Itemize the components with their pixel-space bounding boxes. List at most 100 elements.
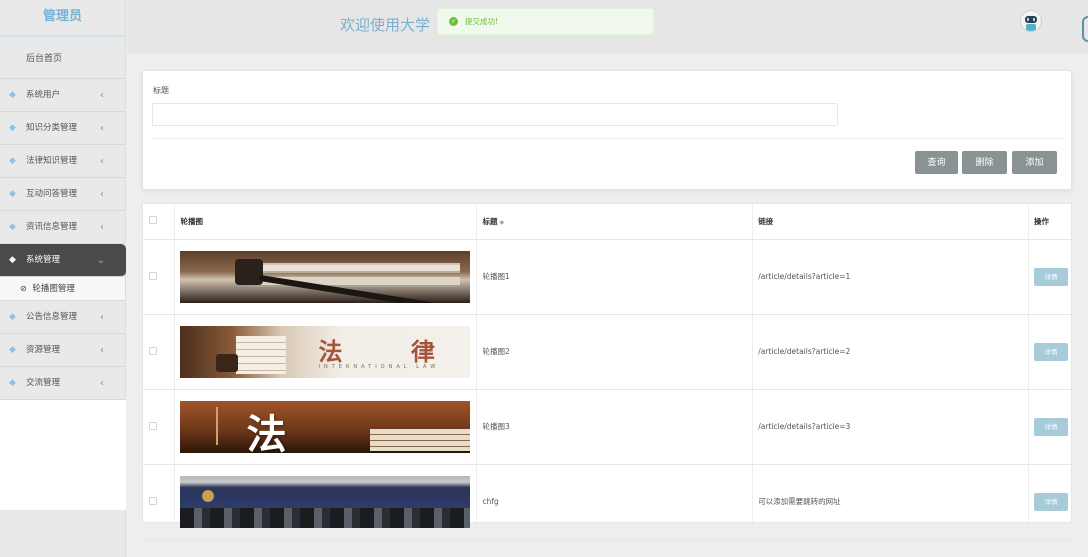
action-cell: 详情	[1028, 239, 1074, 315]
table-row: 法 律 INTERNATIONAL LAW 轮播图2 /article/deta…	[143, 314, 1074, 390]
select-all-checkbox[interactable]	[149, 216, 157, 225]
diamond-icon: ◆	[9, 222, 16, 232]
sidebar-item-system-users[interactable]: ◆ 系统用户 ‹	[0, 79, 125, 112]
sidebar-item-home[interactable]: 后台首页	[0, 37, 125, 79]
chevron-left-icon: ‹	[100, 312, 104, 323]
sidebar-subitem-label: 轮播图管理	[32, 284, 75, 294]
sidebar-item-qa[interactable]: ◆ 互动问答管理 ‹	[0, 178, 125, 211]
chevron-left-icon: ‹	[100, 378, 104, 389]
carousel-thumbnail-meeting-hall	[180, 475, 471, 528]
carousel-table: 轮播图 标题 ◆ 链接 操作 轮播图1 /article/details?art…	[142, 203, 1074, 540]
sidebar-item-label: 资讯信息管理	[26, 222, 78, 232]
title-cell: chfg	[476, 464, 754, 540]
sidebar-item-label: 资源管理	[26, 345, 61, 355]
column-header-link: 链接	[752, 204, 1029, 240]
sidebar-item-label: 交流管理	[26, 378, 61, 388]
title-cell: 轮播图2	[476, 314, 754, 390]
avatar[interactable]	[1020, 10, 1042, 32]
detail-button[interactable]: 详情	[1033, 492, 1068, 511]
title-filter-label: 标题	[153, 86, 169, 95]
query-button[interactable]: 查询	[915, 151, 958, 174]
diamond-icon: ◆	[9, 189, 16, 199]
thumb-text: 法 律	[318, 336, 465, 366]
link-cell: /article/details?article=1	[752, 239, 1029, 315]
sidebar-item-label: 法律知识管理	[26, 156, 78, 166]
action-cell: 详情	[1028, 464, 1074, 540]
robot-body-icon	[1026, 24, 1036, 31]
sidebar-item-label: 公告信息管理	[26, 312, 78, 322]
sidebar-blank-area	[0, 400, 126, 510]
detail-button[interactable]: 详情	[1033, 342, 1068, 361]
detail-button[interactable]: 详情	[1033, 417, 1068, 436]
floating-handle-icon[interactable]	[1082, 16, 1088, 42]
thumb-books-shape	[236, 335, 287, 374]
title-cell: 轮播图3	[476, 389, 754, 465]
thumb-text: 法 律	[246, 410, 347, 453]
column-header-title-label: 标题	[482, 216, 498, 226]
row-checkbox[interactable]	[149, 496, 157, 505]
thumb-scale-shape	[216, 406, 219, 445]
chevron-left-icon: ‹	[100, 222, 104, 233]
detail-button[interactable]: 详情	[1033, 267, 1068, 286]
check-circle-icon: ⊘	[20, 284, 27, 293]
search-panel: 标题 查询 删除 添加	[142, 70, 1072, 190]
delete-button[interactable]: 删除	[962, 151, 1007, 174]
column-header-image: 轮播图	[174, 204, 478, 240]
link-cell: /article/details?article=2	[752, 314, 1029, 390]
sidebar-item-news[interactable]: ◆ 资讯信息管理 ‹	[0, 211, 125, 244]
row-checkbox[interactable]	[149, 346, 157, 355]
success-toast: ✓ 提交成功!	[437, 8, 654, 35]
add-button[interactable]: 添加	[1012, 151, 1057, 174]
diamond-icon: ◆	[9, 378, 16, 388]
sidebar-item-label: 互动问答管理	[26, 189, 78, 199]
sidebar-item-legal-knowledge[interactable]: ◆ 法律知识管理 ‹	[0, 145, 125, 178]
row-select-cell	[143, 464, 176, 540]
thumb-gavel-shape	[216, 353, 239, 372]
thumb-book-shape	[240, 262, 461, 273]
success-check-icon: ✓	[449, 17, 458, 26]
title-cell: 轮播图1	[476, 239, 754, 315]
title-filter-input[interactable]	[152, 103, 838, 126]
action-cell: 详情	[1028, 389, 1074, 465]
link-cell: 可以添加需要跳转的网址	[752, 464, 1029, 540]
sidebar-item-resources[interactable]: ◆ 资源管理 ‹	[0, 334, 125, 367]
chevron-left-icon: ‹	[100, 345, 104, 356]
divider	[152, 138, 1064, 139]
table-row: chfg 可以添加需要跳转的网址 详情	[143, 464, 1074, 540]
sidebar-item-knowledge-category[interactable]: ◆ 知识分类管理 ‹	[0, 112, 125, 145]
row-checkbox[interactable]	[149, 421, 157, 430]
sidebar-subitem-carousel[interactable]: ⊘ 轮播图管理	[0, 277, 125, 301]
robot-eyes-icon	[1027, 18, 1035, 21]
sidebar-item-label: 系统管理	[26, 255, 61, 265]
carousel-thumbnail-gavel	[180, 250, 471, 303]
select-all-cell	[143, 204, 176, 240]
carousel-thumbnail-international-law: 法 律 INTERNATIONAL LAW	[180, 325, 471, 378]
welcome-title: 欢迎使用大学	[340, 16, 431, 34]
diamond-icon: ◆	[9, 123, 16, 133]
action-cell: 详情	[1028, 314, 1074, 390]
thumb-subtext: INTERNATIONAL LAW	[318, 363, 440, 370]
link-cell: /article/details?article=3	[752, 389, 1029, 465]
column-header-title[interactable]: 标题 ◆	[476, 204, 754, 240]
chevron-left-icon: ‹	[100, 189, 104, 200]
image-cell: 法 律 INTERNATIONAL LAW	[174, 314, 478, 390]
sidebar-item-system-management[interactable]: ◆ 系统管理 ⌄	[0, 244, 126, 277]
column-header-action: 操作	[1028, 204, 1074, 240]
sidebar-item-exchange[interactable]: ◆ 交流管理 ‹	[0, 367, 125, 400]
row-select-cell	[143, 389, 176, 465]
sort-icon[interactable]: ◆	[499, 219, 504, 226]
image-cell	[174, 464, 478, 540]
diamond-icon: ◆	[9, 312, 16, 322]
image-cell: 法 律	[174, 389, 478, 465]
sidebar-brand: 管理员	[0, 0, 125, 37]
diamond-icon: ◆	[9, 255, 16, 265]
diamond-icon: ◆	[9, 156, 16, 166]
row-select-cell	[143, 314, 176, 390]
chevron-down-icon: ⌄	[96, 255, 105, 266]
table-header-row: 轮播图 标题 ◆ 链接 操作	[143, 204, 1074, 240]
row-checkbox[interactable]	[149, 271, 157, 280]
sidebar-item-announcements[interactable]: ◆ 公告信息管理 ‹	[0, 301, 125, 334]
row-select-cell	[143, 239, 176, 315]
diamond-icon: ◆	[9, 345, 16, 355]
table-row: 轮播图1 /article/details?article=1 详情	[143, 239, 1074, 315]
